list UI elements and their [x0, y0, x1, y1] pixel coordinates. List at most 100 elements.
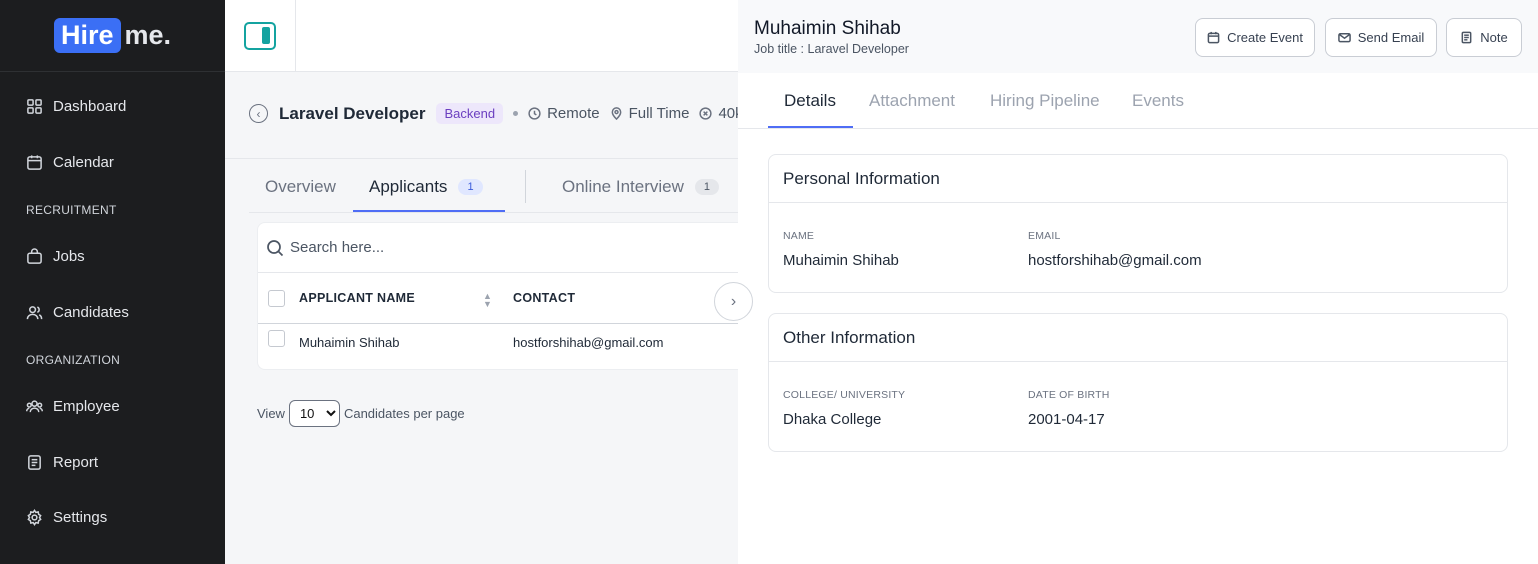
- sidebar: Hire me. Dashboard Calendar RECRUITMENT …: [0, 0, 225, 564]
- applicant-contact: hostforshihab@gmail.com: [513, 335, 664, 350]
- sidebar-item-label: Report: [53, 454, 99, 471]
- applicants-table-card: APPLICANT NAME ▲▼ CONTACT Muhaimin Shiha…: [257, 222, 738, 370]
- table-header: APPLICANT NAME ▲ ▼ CONTACT: [258, 273, 738, 324]
- grid-icon: [27, 99, 42, 114]
- sidebar-toggle-area: [225, 0, 296, 72]
- per-page-select[interactable]: 10 25 50: [288, 400, 340, 427]
- personal-information-card: Personal Information NAME Muhaimin Shiha…: [768, 154, 1508, 293]
- tab-hiring-pipeline[interactable]: Hiring Pipeline: [990, 91, 1100, 111]
- department-badge: Backend: [436, 103, 504, 124]
- divider: [225, 158, 745, 159]
- job-tabs: Overview Applicants 1 Online Interview 1: [249, 160, 738, 213]
- sidebar-item-settings[interactable]: Settings: [26, 509, 107, 526]
- search-icon: [267, 239, 284, 256]
- calendar-icon: [1207, 31, 1220, 44]
- sort-icon[interactable]: ▲ ▼: [483, 292, 492, 309]
- sidebar-item-label: Calendar: [53, 154, 114, 171]
- pager-suffix: Candidates per page: [343, 406, 465, 421]
- top-bar: [225, 0, 745, 72]
- brand-logo[interactable]: Hire me.: [53, 18, 172, 53]
- job-type-text: Full Time: [628, 105, 690, 122]
- job-salary: 40k: [699, 105, 743, 122]
- logo-area: Hire me.: [0, 0, 225, 72]
- sidebar-item-calendar[interactable]: Calendar: [26, 154, 114, 171]
- map-pin-icon: [611, 107, 622, 120]
- name-value: Muhaimin Shihab: [783, 252, 899, 269]
- sidebar-item-employee[interactable]: Employee: [26, 398, 120, 415]
- section-organization: ORGANIZATION: [26, 353, 121, 367]
- tab-overview[interactable]: Overview: [265, 177, 336, 197]
- college-value: Dhaka College: [783, 411, 882, 428]
- tab-online-interview[interactable]: Online Interview 1: [562, 177, 720, 197]
- pagination-control: View 10 25 50 Candidates per page: [257, 400, 465, 427]
- dob-value: 2001-04-17: [1028, 411, 1105, 428]
- button-label: Note: [1480, 30, 1508, 45]
- job-type: Full Time: [610, 105, 690, 122]
- salary-icon: [699, 107, 713, 120]
- section-recruitment: RECRUITMENT: [26, 203, 117, 217]
- table-row[interactable]: Muhaimin Shihab hostforshihab@gmail.com: [258, 324, 738, 360]
- tab-separator: [525, 170, 526, 203]
- active-tab-indicator: [768, 126, 853, 128]
- report-icon: [28, 455, 41, 470]
- sidebar-item-label: Employee: [53, 398, 120, 415]
- button-label: Send Email: [1357, 30, 1425, 45]
- candidate-job-title: Job title : Laravel Developer: [754, 42, 909, 56]
- sidebar-item-label: Dashboard: [53, 98, 127, 115]
- users-icon: [26, 306, 43, 320]
- logo-hire: Hire: [53, 18, 121, 53]
- email-label: EMAIL: [1028, 230, 1061, 242]
- row-checkbox[interactable]: [268, 330, 285, 347]
- create-event-button[interactable]: Create Event: [1195, 18, 1315, 57]
- column-header-name[interactable]: APPLICANT NAME: [299, 291, 415, 305]
- job-location-text: Remote: [547, 105, 600, 122]
- card-title: Other Information: [769, 314, 1507, 362]
- calendar-icon: [27, 155, 42, 170]
- email-value: hostforshihab@gmail.com: [1028, 252, 1202, 269]
- column-header-contact: CONTACT: [513, 291, 576, 305]
- candidate-tabs: Details Attachment Hiring Pipeline Event…: [738, 73, 1538, 129]
- job-header: ‹ Laravel Developer Backend Remote Full …: [249, 103, 753, 124]
- chevron-right-icon: ›: [730, 292, 737, 310]
- job-location: Remote: [528, 105, 600, 122]
- tab-count-badge: 1: [694, 179, 720, 195]
- drawer-header: Muhaimin Shihab Job title : Laravel Deve…: [738, 0, 1538, 73]
- search-input[interactable]: [290, 239, 690, 256]
- applicant-name[interactable]: Muhaimin Shihab: [299, 335, 399, 350]
- dob-label: DATE OF BIRTH: [1028, 389, 1110, 401]
- tab-label: Overview: [265, 177, 336, 196]
- sidebar-item-label: Jobs: [53, 248, 85, 265]
- candidate-name: Muhaimin Shihab: [754, 18, 901, 39]
- sidebar-item-label: Settings: [53, 509, 108, 526]
- card-title: Personal Information: [769, 155, 1507, 203]
- sidebar-item-dashboard[interactable]: Dashboard: [26, 98, 126, 115]
- tab-events[interactable]: Events: [1132, 91, 1184, 111]
- people-icon: [26, 400, 43, 413]
- logo-me: me.: [124, 20, 172, 50]
- button-label: Create Event: [1227, 30, 1303, 45]
- scroll-right-button[interactable]: ›: [714, 282, 753, 321]
- pager-view-label: View: [257, 406, 285, 421]
- select-all-checkbox[interactable]: [268, 289, 285, 307]
- other-information-card: Other Information COLLEGE/ UNIVERSITY Dh…: [768, 313, 1508, 452]
- sidebar-item-jobs[interactable]: Jobs: [26, 248, 85, 265]
- gear-icon: [27, 509, 42, 526]
- tab-count-badge: 1: [458, 179, 483, 195]
- tabs-border: [249, 212, 738, 213]
- bag-icon: [27, 248, 42, 264]
- note-button[interactable]: Note: [1446, 18, 1522, 57]
- tab-attachment[interactable]: Attachment: [869, 91, 955, 111]
- search-bar: [258, 223, 738, 273]
- tab-label: Applicants: [369, 177, 448, 196]
- sidebar-toggle-icon[interactable]: [244, 22, 276, 50]
- send-email-button[interactable]: Send Email: [1325, 18, 1437, 57]
- sidebar-item-candidates[interactable]: Candidates: [26, 304, 129, 321]
- back-arrow-icon[interactable]: ‹: [249, 104, 268, 123]
- tab-details[interactable]: Details: [784, 91, 836, 111]
- tab-label: Online Interview: [562, 177, 684, 196]
- job-title: Laravel Developer: [279, 103, 426, 123]
- tab-applicants[interactable]: Applicants 1: [369, 177, 483, 197]
- sidebar-item-label: Candidates: [53, 304, 129, 321]
- sidebar-item-report[interactable]: Report: [26, 454, 98, 471]
- name-label: NAME: [783, 230, 815, 242]
